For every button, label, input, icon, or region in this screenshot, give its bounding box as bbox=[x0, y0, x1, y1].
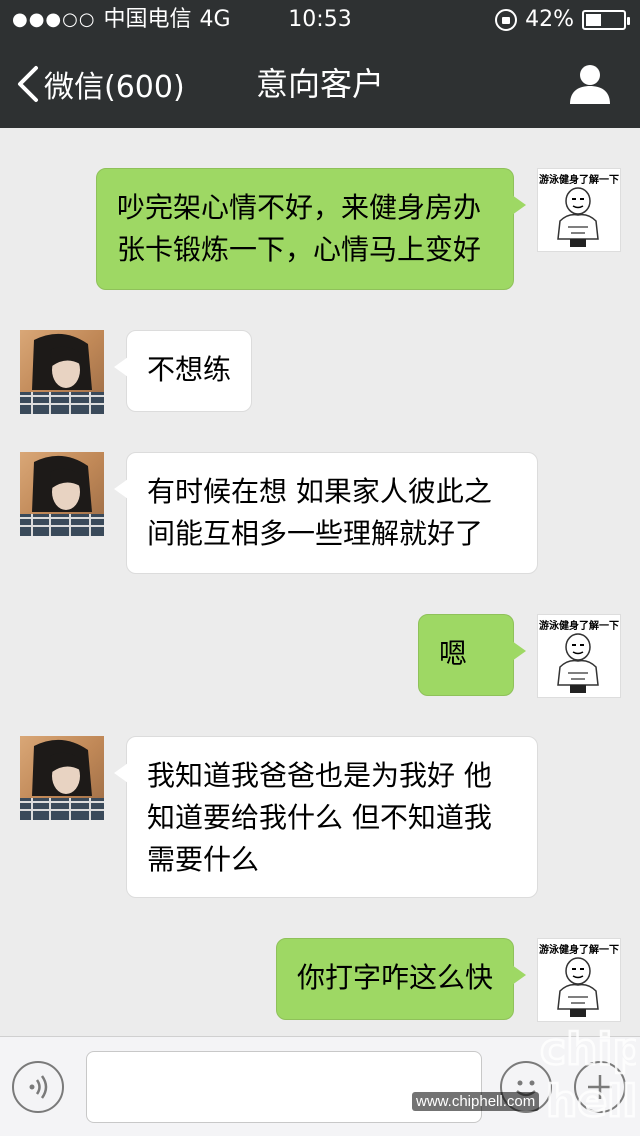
muscle-meme-avatar-icon bbox=[557, 633, 599, 693]
message-bubble-incoming[interactable]: 不想练 bbox=[114, 330, 252, 412]
rotation-lock-icon bbox=[495, 9, 518, 31]
app-header: ●●●○○ 中国电信 4G 10:53 42% 微信(600) 意向客户 bbox=[0, 0, 640, 128]
girl-portrait-icon bbox=[20, 455, 104, 536]
watermark-url: www.chiphell.com bbox=[412, 1092, 540, 1111]
avatar[interactable] bbox=[20, 452, 104, 536]
person-icon[interactable] bbox=[568, 62, 612, 106]
message-text: 我知道我爸爸也是为我好 他知道要给我什么 但不知道我需要什么 bbox=[147, 759, 492, 876]
message-bubble-outgoing[interactable]: 你打字咋这么快 bbox=[276, 938, 526, 1020]
status-bar: ●●●○○ 中国电信 4G 10:53 42% bbox=[0, 0, 640, 40]
voice-input-button[interactable] bbox=[12, 1061, 64, 1113]
battery-fill bbox=[586, 14, 601, 26]
message-text: 吵完架心情不好，来健身房办张卡锻炼一下，心情马上变好 bbox=[117, 191, 482, 266]
chevron-left-icon bbox=[18, 66, 38, 102]
voice-icon bbox=[29, 1075, 48, 1099]
message-text: 不想练 bbox=[147, 353, 232, 386]
battery-percent: 42% bbox=[525, 7, 574, 32]
avatar[interactable]: 游泳健身了解一下 bbox=[537, 168, 621, 252]
battery-icon bbox=[582, 10, 630, 30]
avatar[interactable]: 游泳健身了解一下 bbox=[537, 614, 621, 698]
plus-icon bbox=[588, 1075, 612, 1099]
girl-portrait-icon bbox=[20, 739, 104, 820]
message-text: 你打字咋这么快 bbox=[297, 961, 494, 994]
more-options-button[interactable] bbox=[574, 1061, 626, 1113]
message-bubble-outgoing[interactable]: 嗯 bbox=[418, 614, 526, 696]
message-text: 嗯 bbox=[439, 637, 468, 670]
message-bubble-outgoing[interactable]: 吵完架心情不好，来健身房办张卡锻炼一下，心情马上变好 bbox=[96, 168, 526, 290]
avatar[interactable] bbox=[20, 330, 104, 414]
muscle-meme-avatar-icon bbox=[557, 957, 599, 1017]
back-label: 微信(600) bbox=[44, 70, 185, 105]
chat-area[interactable]: 吵完架心情不好，来健身房办张卡锻炼一下，心情马上变好 游泳健身了解一下 不想练 bbox=[0, 128, 640, 1036]
input-bar bbox=[0, 1036, 640, 1136]
nav-bar: 微信(600) 意向客户 bbox=[0, 40, 640, 128]
back-button[interactable]: 微信(600) bbox=[16, 40, 185, 128]
message-text: 有时候在想 如果家人彼此之间能互相多一些理解就好了 bbox=[147, 475, 492, 550]
girl-portrait-icon bbox=[20, 333, 104, 414]
message-input[interactable] bbox=[86, 1051, 482, 1123]
message-bubble-incoming[interactable]: 我知道我爸爸也是为我好 他知道要给我什么 但不知道我需要什么 bbox=[114, 736, 538, 898]
avatar[interactable]: 游泳健身了解一下 bbox=[537, 938, 621, 1022]
muscle-meme-avatar-icon bbox=[557, 187, 599, 247]
avatar[interactable] bbox=[20, 736, 104, 820]
message-bubble-incoming[interactable]: 有时候在想 如果家人彼此之间能互相多一些理解就好了 bbox=[114, 452, 538, 574]
